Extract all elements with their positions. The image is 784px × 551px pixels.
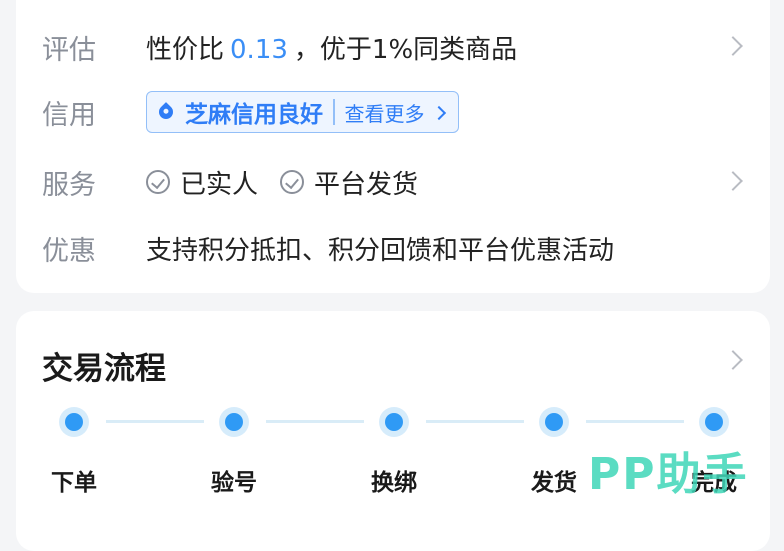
trade-flow-title: 交易流程 bbox=[42, 351, 166, 387]
step-label-verify: 验号 bbox=[211, 470, 257, 496]
step-connector bbox=[586, 420, 684, 423]
evaluation-label: 评估 bbox=[42, 34, 96, 66]
check-circle-icon bbox=[280, 170, 305, 194]
discount-row: 优惠 支持积分抵扣、积分回馈和平台优惠活动 bbox=[42, 226, 744, 270]
step-label-ship: 发货 bbox=[531, 470, 577, 496]
service-item: 已实人 bbox=[146, 164, 258, 201]
trade-flow-card[interactable]: 交易流程 下单 验号 换绑 发货 完成 bbox=[16, 311, 770, 551]
service-label: 服务 bbox=[42, 169, 96, 201]
watermark-logo: PP助手 bbox=[588, 449, 749, 500]
step-dot bbox=[379, 407, 409, 437]
value-ratio-suffix: ，优于1%同类商品 bbox=[293, 34, 518, 65]
step-connector bbox=[426, 420, 524, 423]
step-label-rebind: 换绑 bbox=[371, 470, 417, 496]
service-item-label: 平台发货 bbox=[314, 169, 419, 200]
discount-label: 优惠 bbox=[42, 235, 96, 267]
chevron-right-icon bbox=[723, 36, 743, 56]
step-connector bbox=[106, 420, 204, 423]
credit-row: 信用 芝麻信用良好 查看更多 bbox=[42, 90, 744, 134]
step-dot bbox=[539, 407, 569, 437]
evaluation-text: 性价比 0.13 ，优于1%同类商品 bbox=[146, 29, 517, 66]
chevron-right-icon bbox=[431, 105, 446, 120]
product-info-card: 评估 性价比 0.13 ，优于1%同类商品 信用 芝麻信用良好 查看更多 服务 已实… bbox=[16, 0, 770, 293]
credit-badge[interactable]: 芝麻信用良好 查看更多 bbox=[146, 91, 459, 133]
check-circle-icon bbox=[146, 170, 170, 194]
service-row[interactable]: 服务 已实人 平台发货 bbox=[42, 160, 744, 204]
step-label-order: 下单 bbox=[51, 470, 97, 496]
step-connector bbox=[266, 420, 364, 423]
service-item: 平台发货 bbox=[280, 164, 418, 201]
credit-status: 芝麻信用良好 bbox=[185, 102, 323, 128]
chevron-right-icon bbox=[723, 350, 743, 370]
chevron-right-icon bbox=[723, 171, 743, 191]
step-dot bbox=[699, 407, 729, 437]
discount-text: 支持积分抵扣、积分回馈和平台优惠活动 bbox=[146, 235, 615, 266]
step-dot bbox=[219, 407, 249, 437]
evaluation-row[interactable]: 评估 性价比 0.13 ，优于1%同类商品 bbox=[42, 25, 744, 69]
credit-label: 信用 bbox=[42, 99, 96, 131]
service-item-label: 已实人 bbox=[180, 169, 259, 200]
value-ratio-prefix: 性价比 bbox=[146, 34, 225, 65]
sesame-credit-icon bbox=[156, 102, 176, 122]
view-more-link[interactable]: 查看更多 bbox=[345, 98, 425, 127]
divider bbox=[333, 99, 335, 125]
step-dot bbox=[59, 407, 89, 437]
value-ratio-number: 0.13 bbox=[230, 34, 288, 65]
